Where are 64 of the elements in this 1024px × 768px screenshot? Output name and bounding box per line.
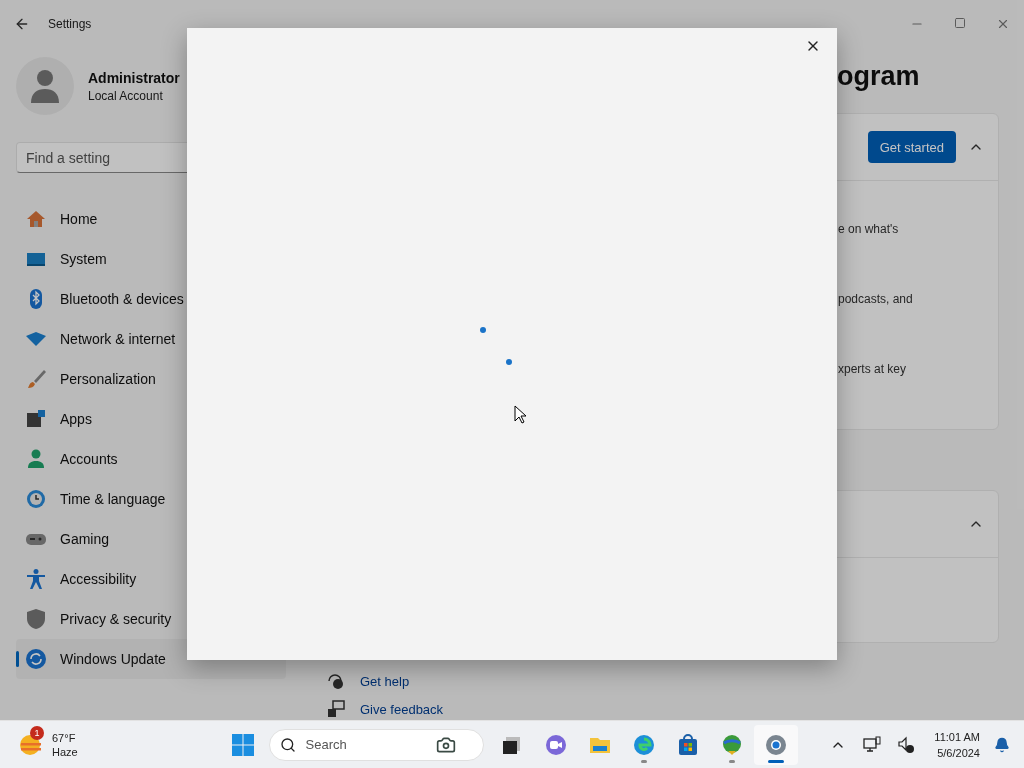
apps-icon [25, 408, 47, 430]
clock-icon [25, 488, 47, 510]
maximize-icon[interactable] [954, 17, 966, 29]
nav-item[interactable]: Accessibility [16, 559, 286, 599]
nav-item[interactable]: Accounts [16, 439, 286, 479]
nav-label: Network & internet [60, 331, 176, 347]
account-name: Administrator [88, 69, 180, 86]
weather-condition: Haze [52, 744, 78, 759]
nav-label: Windows Update [60, 651, 166, 667]
nav-label: Accessibility [60, 571, 137, 587]
brush-icon [25, 368, 47, 390]
nav-label: Time & language [60, 491, 166, 507]
get-started-button[interactable]: Get started [867, 131, 956, 163]
help-link[interactable]: Give feedback [360, 701, 444, 717]
search-icon [279, 736, 296, 753]
nav-item[interactable]: Gaming [16, 519, 286, 559]
selection-indicator [16, 651, 19, 667]
nav-label: System [60, 251, 107, 267]
feedback-icon [326, 699, 346, 719]
chat-icon [543, 732, 568, 757]
nav-label: Home [60, 211, 98, 227]
nav-item[interactable]: Bluetooth & devices [16, 279, 286, 319]
house-icon [25, 208, 47, 230]
nav-item[interactable]: Home [16, 199, 286, 239]
card-text: podcasts, and [838, 292, 913, 306]
nav-label: Bluetooth & devices [60, 291, 184, 307]
clock[interactable]: 11:01 AM 5/6/2024 [926, 728, 988, 761]
back-icon[interactable] [14, 16, 30, 32]
taskbar-app-button[interactable] [753, 724, 798, 765]
help-icon [326, 671, 346, 691]
browser-icon [631, 732, 656, 757]
nav-label: Privacy & security [60, 611, 172, 627]
bell-icon[interactable] [994, 736, 1010, 753]
card-text: e on what's [838, 222, 899, 236]
accessibility-icon [25, 568, 47, 590]
update-icon [25, 648, 47, 670]
shield-icon [25, 608, 47, 630]
help-link[interactable]: Get help [360, 673, 410, 689]
nav-item[interactable]: Personalization [16, 359, 286, 399]
nav-label: Gaming [60, 531, 110, 547]
card-text: xperts at key [838, 362, 907, 376]
pointer-cursor-icon [514, 405, 528, 425]
close-icon[interactable] [996, 17, 1010, 31]
person-icon [25, 448, 47, 470]
speaker-muted-icon [897, 735, 916, 754]
network-icon [863, 735, 882, 754]
nav-item[interactable]: Network & internet [16, 319, 286, 359]
nav-item[interactable]: Apps [16, 399, 286, 439]
nav-item[interactable]: Time & language [16, 479, 286, 519]
window-title: Settings [48, 17, 92, 31]
nav-label: Personalization [60, 371, 156, 387]
page-title: ogram [836, 60, 921, 93]
search-input[interactable]: Search [303, 736, 428, 753]
nav-item[interactable]: Privacy & security [16, 599, 286, 639]
settings-icon [763, 732, 788, 757]
person-icon [30, 69, 60, 103]
account-type: Local Account [88, 88, 164, 103]
nav-label: Accounts [60, 451, 118, 467]
notification-badge: 1 [30, 725, 44, 740]
start-icon[interactable] [230, 732, 255, 757]
temperature: 67°F [52, 730, 77, 745]
nav-item[interactable]: System [16, 239, 286, 279]
nav-label: Apps [60, 411, 92, 427]
taskbar-search-bar[interactable]: Search [268, 728, 484, 761]
